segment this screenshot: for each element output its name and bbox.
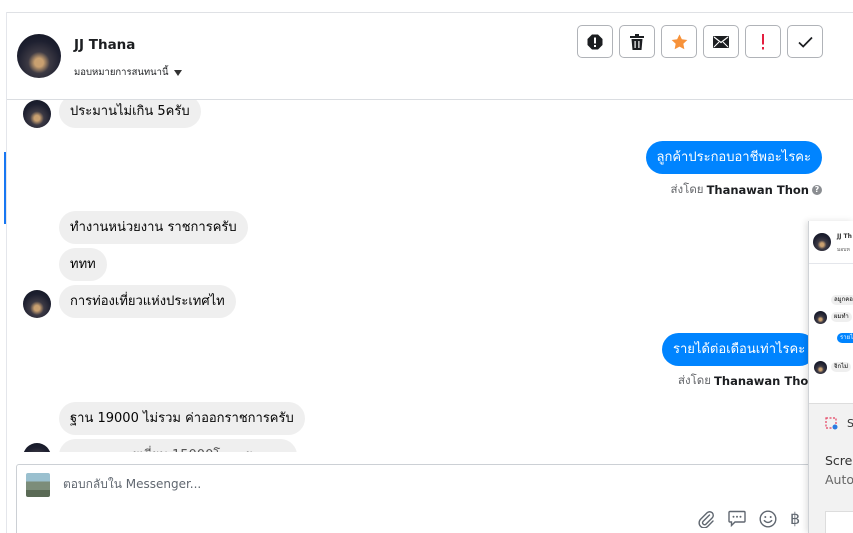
message-thread[interactable]: ประมานไม่เกิน 5ครับ ลูกค้าประกอบอาชีพอะไ… xyxy=(7,100,853,452)
info-icon[interactable]: ? xyxy=(812,185,822,195)
contact-avatar-small xyxy=(23,290,51,318)
outgoing-message[interactable]: ลูกค้าประกอบอาชีพอะไรคะ xyxy=(645,141,822,174)
mini-incoming-message: ผมทำ xyxy=(831,312,852,322)
mini-assign: มอบห xyxy=(837,247,850,253)
auto-label: Auto xyxy=(825,472,853,487)
sender-name: Thanawan Thon xyxy=(706,183,809,197)
outgoing-message[interactable]: รายได้ต่อเดือนเท่าไรคะ xyxy=(662,333,817,366)
mini-header: JJ Th มอบห xyxy=(809,221,853,264)
sent-by-label: ส่งโดย Thanawan Thon xyxy=(678,372,816,390)
contact-name[interactable]: JJ Thana xyxy=(74,37,135,53)
incoming-message[interactable]: ประมานไม่เกิน 5ครับ xyxy=(59,100,201,128)
star-button[interactable] xyxy=(661,25,697,58)
attach-icon[interactable] xyxy=(697,510,715,528)
snip-icon xyxy=(825,417,838,430)
reply-input[interactable] xyxy=(61,476,665,492)
assign-label: มอบหมายการสนทนานี้ xyxy=(74,67,169,78)
snip-label: S xyxy=(847,417,853,430)
sent-by-prefix: ส่งโดย xyxy=(678,373,712,387)
mini-incoming-message: ลมูกคอ xyxy=(831,295,853,305)
mini-outgoing-message: รายได xyxy=(837,333,853,343)
mark-unread-button[interactable] xyxy=(703,25,739,58)
reply-composer: ฿ xyxy=(16,464,816,533)
important-icon xyxy=(762,33,764,49)
overlay-window-partial[interactable]: JJ Th มอบห ลมูกคอ ผมทำ รายได จิกไม่ S Sc… xyxy=(808,221,853,533)
star-icon xyxy=(671,33,687,49)
assign-conversation-dropdown[interactable]: มอบหมายการสนทนานี้ xyxy=(74,65,182,80)
incoming-message[interactable]: ฐาน 19000 ไม่รวม ค่าออกราชการครับ xyxy=(59,402,305,435)
mini-avatar-small xyxy=(814,361,827,374)
spam-icon xyxy=(587,34,603,49)
page-avatar xyxy=(26,473,50,497)
mini-incoming-message: จิกไม่ xyxy=(831,362,852,372)
mark-done-button[interactable] xyxy=(787,25,823,58)
incoming-message[interactable]: ททท xyxy=(59,248,107,281)
trash-icon xyxy=(630,33,644,50)
incoming-message[interactable]: ทำงานหน่วยงาน ราชการครับ xyxy=(59,211,248,244)
mark-important-button[interactable] xyxy=(745,25,781,58)
caret-down-icon xyxy=(173,69,182,76)
screenshot-label: Scre xyxy=(825,453,853,468)
mini-name: JJ Th xyxy=(837,233,852,240)
incoming-message[interactable]: ...............ยเยี่ยม 15000โ......ย....… xyxy=(59,439,297,452)
emoji-icon[interactable] xyxy=(759,509,777,528)
check-icon xyxy=(797,36,813,48)
contact-avatar-small xyxy=(23,100,51,128)
sent-by-label: ส่งโดย Thanawan Thon ? xyxy=(671,181,822,199)
left-rail xyxy=(0,12,7,533)
active-indicator xyxy=(4,152,6,224)
sent-by-prefix: ส่งโดย xyxy=(670,182,704,196)
contact-avatar[interactable] xyxy=(17,34,61,78)
mark-spam-button[interactable] xyxy=(577,25,613,58)
top-browser-edge xyxy=(0,0,853,13)
delete-button[interactable] xyxy=(619,25,655,58)
composer-tools: ฿ xyxy=(697,509,800,528)
header-action-toolbar xyxy=(577,25,823,58)
mini-avatar-small xyxy=(814,311,827,324)
saved-replies-icon[interactable] xyxy=(728,510,746,527)
contact-avatar-small xyxy=(23,443,51,452)
payment-icon[interactable]: ฿ xyxy=(790,509,800,528)
snip-card[interactable] xyxy=(825,511,853,533)
mini-avatar xyxy=(813,233,831,251)
sender-name: Thanawan Thon xyxy=(714,374,817,388)
mail-icon xyxy=(713,35,729,48)
incoming-message[interactable]: การท่องเที่ยวแห่งประเทศไท xyxy=(59,285,236,318)
